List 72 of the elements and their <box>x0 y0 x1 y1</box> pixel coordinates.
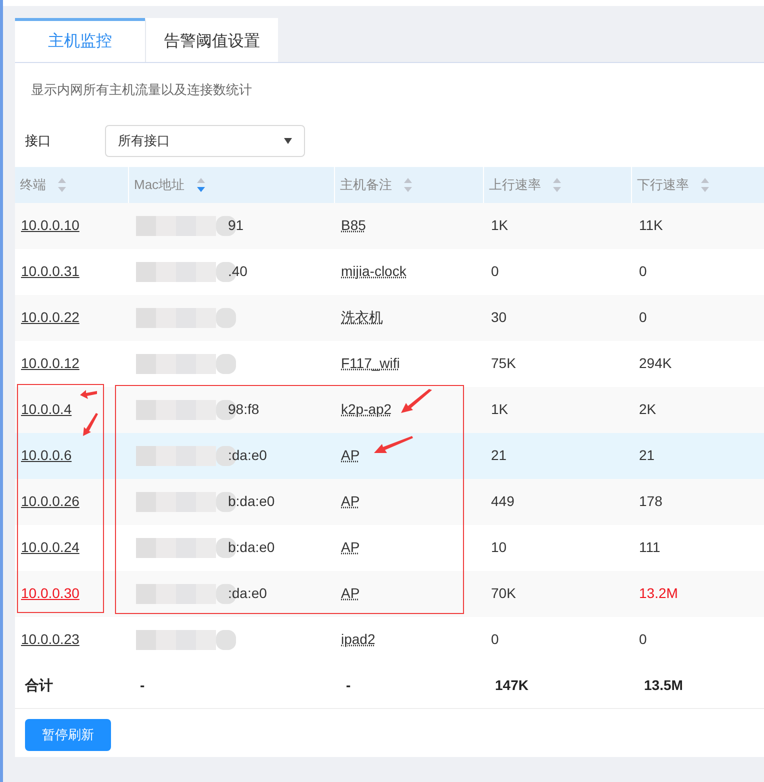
ip-link[interactable]: 10.0.0.31 <box>21 261 80 282</box>
table-cell-text: - <box>346 676 351 694</box>
sort-icon[interactable] <box>58 178 66 192</box>
table-cell-text: - <box>140 676 145 694</box>
mac-suffix: 98:f8 <box>228 400 260 419</box>
ip-link[interactable]: 10.0.0.12 <box>21 353 80 374</box>
arrow-icon <box>374 436 413 454</box>
table-row[interactable]: 10.0.0.10 91 B85 1K 11K <box>15 202 764 248</box>
mac-suffix: 91 <box>228 216 244 235</box>
total-label: 合计 <box>25 676 53 694</box>
mac-suffix: :da:e0 <box>228 446 267 465</box>
sort-icon[interactable] <box>196 178 205 192</box>
note-link[interactable]: B85 <box>341 215 366 236</box>
table-cell-text: 75K <box>491 354 516 373</box>
mac-suffix: b:da:e0 <box>228 538 275 557</box>
table-cell-text: 2K <box>639 400 656 419</box>
ip-link[interactable]: 10.0.0.22 <box>21 307 80 328</box>
table-cell-text: 147K <box>495 676 528 694</box>
description: 显示内网所有主机流量以及连接数统计 <box>31 81 253 99</box>
arrow-icon <box>83 413 98 436</box>
sort-icon[interactable] <box>553 178 561 192</box>
note-link[interactable]: ipad2 <box>341 629 376 650</box>
table-cell-text: 0 <box>491 630 499 649</box>
table-row[interactable]: 10.0.0.30 :da:e0 AP 70K 13.2M <box>15 570 764 616</box>
note-link[interactable]: AP <box>341 583 360 604</box>
note-link[interactable]: k2p-ap2 <box>341 399 392 420</box>
table-cell-text: 21 <box>491 446 507 465</box>
arrow-icon <box>401 389 432 413</box>
ip-link[interactable]: 10.0.0.23 <box>21 629 80 650</box>
table-cell-text: 294K <box>639 354 672 373</box>
table-cell-text: 11K <box>639 216 663 235</box>
table-cell-text: 30 <box>491 308 507 327</box>
note-link[interactable]: F117_wifi <box>341 353 400 374</box>
table-cell-text: 10 <box>491 538 507 557</box>
mac-suffix: b:da:e0 <box>228 492 275 511</box>
note-link[interactable]: 洗衣机 <box>341 307 383 328</box>
table-cell-text: 178 <box>639 492 662 511</box>
note-link[interactable]: AP <box>341 537 360 558</box>
ip-link[interactable]: 10.0.0.26 <box>21 491 80 512</box>
note-link[interactable]: AP <box>341 445 360 466</box>
sort-icon[interactable] <box>404 178 412 192</box>
ip-link[interactable]: 10.0.0.4 <box>21 399 72 420</box>
ip-link[interactable]: 10.0.0.10 <box>21 215 80 236</box>
table-cell-text: 0 <box>491 262 499 281</box>
ip-link[interactable]: 10.0.0.24 <box>21 537 80 558</box>
table-cell-text: 1K <box>491 400 508 419</box>
table-row[interactable]: 10.0.0.6 :da:e0 AP 21 21 <box>15 432 764 478</box>
table-row[interactable]: 10.0.0.4 98:f8 k2p-ap2 1K 2K <box>15 386 764 432</box>
table-cell-text: 0 <box>639 308 647 327</box>
arrow-icon <box>80 390 97 399</box>
sort-icon[interactable] <box>701 178 709 192</box>
filter-label: 接口 <box>25 132 52 150</box>
table-cell-text: 13.5M <box>644 676 683 694</box>
tab[interactable]: 告警阈值设置 <box>145 18 278 62</box>
mac-suffix: :da:e0 <box>228 584 267 603</box>
table-row[interactable]: 10.0.0.22 洗衣机 30 0 <box>15 294 764 340</box>
table-cell-text: 449 <box>491 492 514 511</box>
table-cell-text: 13.2M <box>639 584 678 603</box>
ip-link[interactable]: 10.0.0.30 <box>21 583 80 604</box>
interface-dropdown[interactable]: 所有接口 <box>105 124 305 156</box>
table-cell-text: 21 <box>639 446 655 465</box>
mac-suffix: .40 <box>228 262 248 281</box>
note-link[interactable]: AP <box>341 491 360 512</box>
caret-icon <box>284 138 292 144</box>
table-cell-text: 1K <box>491 216 508 235</box>
table-cell-text: 0 <box>639 630 647 649</box>
ip-link[interactable]: 10.0.0.6 <box>21 445 72 466</box>
note-link[interactable]: mijia-clock <box>341 261 406 282</box>
table-cell-text: 111 <box>639 538 660 557</box>
table-row[interactable]: 10.0.0.26 b:da:e0 AP 449 178 <box>15 478 764 524</box>
table-cell-text: 70K <box>491 584 516 603</box>
table-cell-text: 0 <box>639 262 647 281</box>
